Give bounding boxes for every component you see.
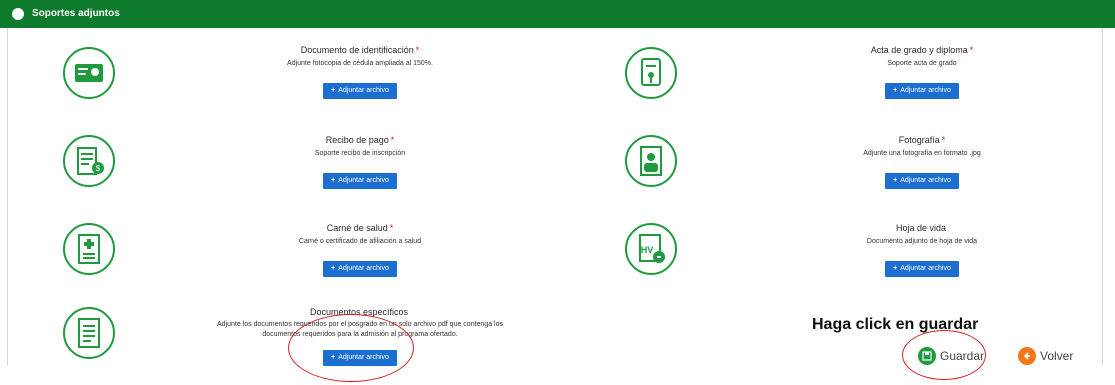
section-title: Soportes adjuntos	[32, 8, 120, 19]
svg-text:HV: HV	[641, 245, 654, 255]
doc-fotografia: Fotografía * Adjunte una fotografía en fo…	[792, 134, 1052, 189]
doc-description: Documento adjunto de hoja de vida	[866, 238, 978, 245]
attach-button-recibo-pago[interactable]: + Adjuntar archivo	[323, 173, 397, 189]
attach-button-fotografia[interactable]: + Adjuntar archivo	[885, 173, 959, 189]
photo-icon	[624, 134, 678, 188]
doc-description: Adjunte fotocopia de cédula ampliada al …	[287, 60, 433, 67]
document-icon	[62, 306, 116, 360]
attach-button-identificacion[interactable]: + Adjuntar archivo	[323, 83, 397, 99]
plus-icon: +	[893, 265, 898, 272]
arrow-left-icon	[1018, 347, 1036, 365]
plus-icon: +	[893, 177, 898, 184]
plus-icon: +	[331, 177, 336, 184]
panel-border-right	[1102, 28, 1103, 365]
back-button[interactable]: Volver	[1018, 347, 1073, 365]
doc-title: Recibo de pago *	[325, 135, 395, 145]
doc-title: Acta de grado y diploma *	[870, 45, 974, 55]
svg-text:$: $	[96, 164, 101, 173]
attach-button-acta-grado[interactable]: + Adjuntar archivo	[885, 83, 959, 99]
attach-button-carne-salud[interactable]: + Adjuntar archivo	[323, 261, 397, 277]
plus-icon: +	[331, 87, 336, 94]
doc-title: Hoja de vida	[895, 223, 947, 233]
doc-description: Carné o certificado de afiliación a salu…	[298, 238, 422, 245]
attach-button-hoja-vida[interactable]: + Adjuntar archivo	[885, 261, 959, 277]
doc-title: Fotografía *	[898, 135, 946, 145]
plus-icon: +	[893, 87, 898, 94]
panel-border-left	[7, 28, 8, 365]
receipt-icon: $	[62, 134, 116, 188]
doc-acta-grado: Acta de grado y diploma * Soporte acta de…	[792, 44, 1052, 99]
health-card-icon	[62, 222, 116, 276]
doc-carne-salud: Carné de salud * Carné o certificado de a…	[230, 222, 490, 277]
id-card-icon	[62, 46, 116, 100]
diploma-icon	[624, 46, 678, 100]
doc-description: Soporte acta de grado	[887, 60, 957, 67]
doc-description: Soporte recibo de inscripción	[314, 150, 406, 157]
doc-title: Carné de salud *	[326, 223, 394, 233]
resume-icon: HV	[624, 222, 678, 276]
doc-description: Adjunte una fotografía en formato .jpg	[863, 150, 981, 157]
section-header: Soportes adjuntos	[0, 0, 1115, 28]
doc-title: Documento de identificación *	[300, 45, 420, 55]
annotation-circle-save	[902, 330, 986, 380]
annotation-circle-attach	[288, 314, 414, 382]
doc-hoja-vida: Hoja de vida Documento adjunto de hoja d…	[792, 222, 1052, 277]
attachments-icon	[12, 8, 24, 20]
plus-icon: +	[331, 265, 336, 272]
doc-recibo-pago: Recibo de pago * Soporte recibo de inscri…	[230, 134, 490, 189]
doc-identificacion: Documento de identificación * Adjunte fot…	[230, 44, 490, 99]
